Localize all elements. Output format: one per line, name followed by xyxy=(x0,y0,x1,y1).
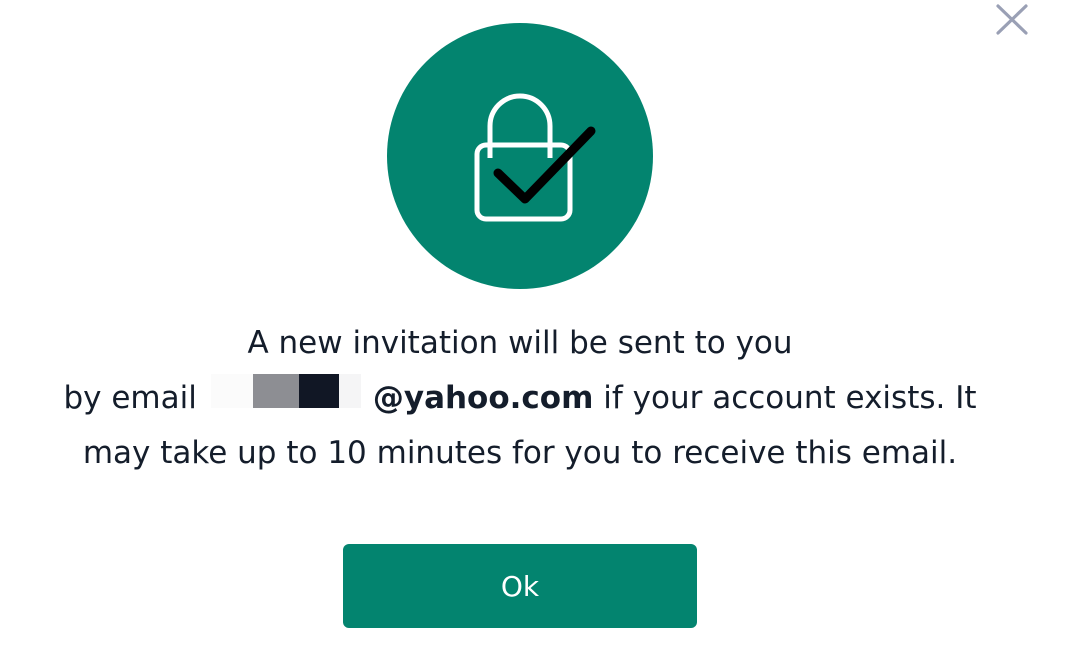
invitation-dialog: A new invitation will be sent to you by … xyxy=(0,0,1070,646)
message-line-1: A new invitation will be sent to you xyxy=(247,325,793,361)
ok-button[interactable]: Ok xyxy=(343,544,697,628)
lock-check-badge xyxy=(387,23,653,289)
invitation-message: A new invitation will be sent to you by … xyxy=(40,316,1000,481)
lock-check-icon xyxy=(474,93,596,222)
close-button[interactable] xyxy=(992,0,1032,40)
redacted-email-user xyxy=(210,374,361,408)
close-icon xyxy=(996,4,1028,35)
email-domain: @yahoo.com xyxy=(372,380,594,416)
email-prefix-text: by email xyxy=(63,380,197,416)
email-suffix-text: if your account exists. It xyxy=(593,380,977,416)
message-line-3: may take up to 10 minutes for you to rec… xyxy=(82,435,958,471)
message-line-2: by email @yahoo.com if your account exist… xyxy=(40,371,1000,426)
